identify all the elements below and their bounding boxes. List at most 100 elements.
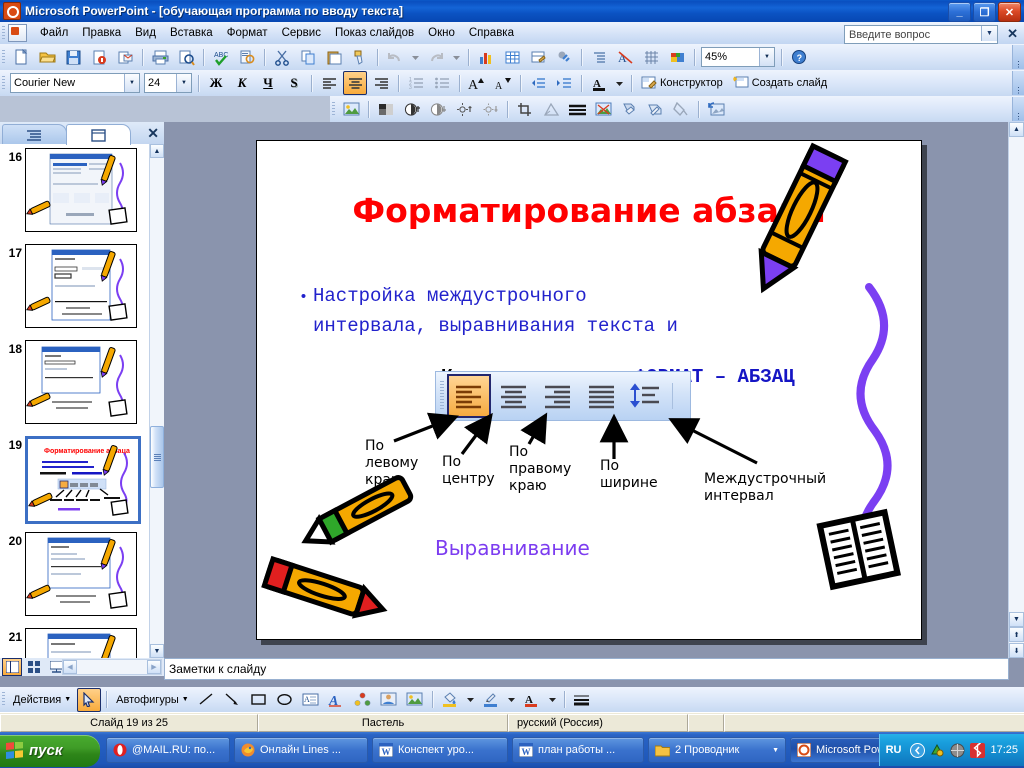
recolor-picture-button[interactable]: [617, 97, 641, 121]
paste-button[interactable]: [322, 45, 346, 69]
scroll-up-icon[interactable]: ▲: [1009, 122, 1024, 137]
drawing-font-color-dropdown[interactable]: [546, 688, 559, 712]
picture-toolbar-options-button[interactable]: ⋮: [1012, 97, 1024, 121]
spelling-button[interactable]: ABC: [209, 45, 233, 69]
insert-picture-button[interactable]: [339, 97, 363, 121]
slide-title[interactable]: Форматирование абзаца: [257, 191, 921, 230]
more-brightness-button[interactable]: [452, 97, 476, 121]
line-style-button[interactable]: [565, 97, 589, 121]
close-pane-icon[interactable]: ✕: [147, 125, 159, 142]
align-right-graphic-button[interactable]: [537, 375, 579, 417]
print-preview-button[interactable]: [174, 45, 198, 69]
language-indicator[interactable]: RU: [886, 744, 902, 756]
slide-thumbnail[interactable]: [25, 148, 137, 232]
chevron-down-icon[interactable]: ▼: [772, 747, 779, 754]
decrease-font-size-button[interactable]: A: [491, 71, 515, 95]
rectangle-tool-button[interactable]: [247, 688, 271, 712]
previous-slide-button[interactable]: ⬆: [1009, 627, 1024, 642]
less-brightness-button[interactable]: [478, 97, 502, 121]
menu-view[interactable]: Вид: [128, 24, 163, 42]
increase-indent-button[interactable]: [552, 71, 576, 95]
next-slide-button[interactable]: ⬇: [1009, 643, 1024, 658]
expand-all-button[interactable]: [587, 45, 611, 69]
menu-window[interactable]: Окно: [421, 24, 462, 42]
actions-menu-button[interactable]: Действия ▼: [8, 688, 76, 711]
decrease-indent-button[interactable]: [526, 71, 550, 95]
copy-button[interactable]: [296, 45, 320, 69]
font-color-button[interactable]: A: [587, 71, 611, 95]
bullets-button[interactable]: [430, 71, 454, 95]
bold-button[interactable]: Ж: [204, 71, 228, 95]
standard-toolbar-grip-icon[interactable]: [2, 49, 5, 65]
chevron-down-icon[interactable]: ▼: [176, 74, 191, 92]
align-left-button[interactable]: [317, 71, 341, 95]
email-button[interactable]: [113, 45, 137, 69]
scroll-up-icon[interactable]: ▲: [150, 144, 164, 158]
align-justify-graphic-button[interactable]: [581, 375, 623, 417]
align-center-button[interactable]: [343, 71, 367, 95]
slide-bullet-text[interactable]: • Настройка междустрочного интервала, вы…: [299, 281, 883, 341]
print-button[interactable]: [148, 45, 172, 69]
menu-tools[interactable]: Сервис: [275, 24, 328, 42]
line-spacing-graphic-button[interactable]: [625, 375, 667, 417]
ask-a-question-box[interactable]: Введите вопрос ▼: [844, 25, 998, 44]
insert-hyperlink-button[interactable]: [552, 45, 576, 69]
zoom-combo[interactable]: 45% ▼: [701, 47, 775, 67]
set-transparent-color-button[interactable]: [669, 97, 693, 121]
list-item[interactable]: 18: [0, 340, 150, 424]
scroll-down-icon[interactable]: ▼: [1009, 612, 1024, 627]
normal-view-button[interactable]: [2, 658, 22, 676]
menu-help[interactable]: Справка: [462, 24, 521, 42]
menu-format[interactable]: Формат: [220, 24, 275, 42]
cut-button[interactable]: [270, 45, 294, 69]
crop-button[interactable]: [513, 97, 537, 121]
color-scheme-button[interactable]: [665, 45, 689, 69]
format-picture-button[interactable]: [643, 97, 667, 121]
network-tray-icon[interactable]: [950, 743, 965, 758]
taskbar-item-mail[interactable]: @MAIL.RU: по...: [106, 737, 230, 763]
insert-chart-button[interactable]: [474, 45, 498, 69]
clock[interactable]: 17:25: [990, 744, 1018, 756]
list-item[interactable]: 17: [0, 244, 150, 328]
line-color-button[interactable]: [479, 688, 503, 712]
slide-alignment-word[interactable]: Выравнивание: [435, 536, 590, 560]
menu-grip-icon[interactable]: [2, 25, 5, 41]
text-box-tool-button[interactable]: A: [299, 688, 323, 712]
taskbar-item-plan[interactable]: W план работы ...: [512, 737, 644, 763]
font-color-dropdown[interactable]: [613, 71, 626, 95]
save-document-button[interactable]: [61, 45, 85, 69]
slide-thumbnail[interactable]: [25, 628, 137, 658]
bluetooth-tray-icon[interactable]: [970, 742, 986, 758]
research-button[interactable]: [235, 45, 259, 69]
compress-pictures-button[interactable]: [591, 97, 615, 121]
scroll-right-icon[interactable]: ▶: [147, 660, 161, 674]
underline-button[interactable]: Ч: [256, 71, 280, 95]
align-right-button[interactable]: [369, 71, 393, 95]
drawing-line-style-button[interactable]: [570, 688, 594, 712]
scroll-left-icon[interactable]: ◀: [63, 660, 77, 674]
fill-color-dropdown[interactable]: [464, 688, 477, 712]
redo-button[interactable]: [424, 45, 448, 69]
format-painter-button[interactable]: [348, 45, 372, 69]
taskbar-item-lines[interactable]: Онлайн Lines ...: [234, 737, 368, 763]
chevron-down-icon[interactable]: ▼: [759, 48, 774, 66]
notes-pane[interactable]: Заметки к слайду: [164, 658, 1009, 680]
clip-art-button[interactable]: [377, 688, 401, 712]
show-hidden-icons-icon[interactable]: [910, 742, 926, 758]
arrow-tool-button[interactable]: [221, 688, 245, 712]
alignment-toolbar-graphic[interactable]: [435, 371, 691, 421]
color-mode-button[interactable]: [374, 97, 398, 121]
menubar-close-icon[interactable]: ✕: [1007, 26, 1018, 42]
fill-color-button[interactable]: [438, 688, 462, 712]
new-slide-button[interactable]: Создать слайд: [728, 72, 832, 95]
antivirus-tray-icon[interactable]: [930, 743, 945, 758]
tab-slides[interactable]: [66, 124, 131, 145]
list-item[interactable]: 19 Форматирование абзаца: [0, 436, 150, 524]
open-document-button[interactable]: [35, 45, 59, 69]
rotate-left-button[interactable]: [539, 97, 563, 121]
design-button[interactable]: Конструктор: [636, 72, 728, 95]
slide-vertical-scrollbar[interactable]: ▲ ▼ ⬆ ⬇: [1008, 122, 1024, 658]
formatting-toolbar-options-button[interactable]: ⋮: [1012, 71, 1024, 95]
toolbar-options-button[interactable]: ⋮: [1012, 45, 1024, 69]
current-slide[interactable]: Форматирование абзаца • Настройка междус…: [256, 140, 922, 640]
